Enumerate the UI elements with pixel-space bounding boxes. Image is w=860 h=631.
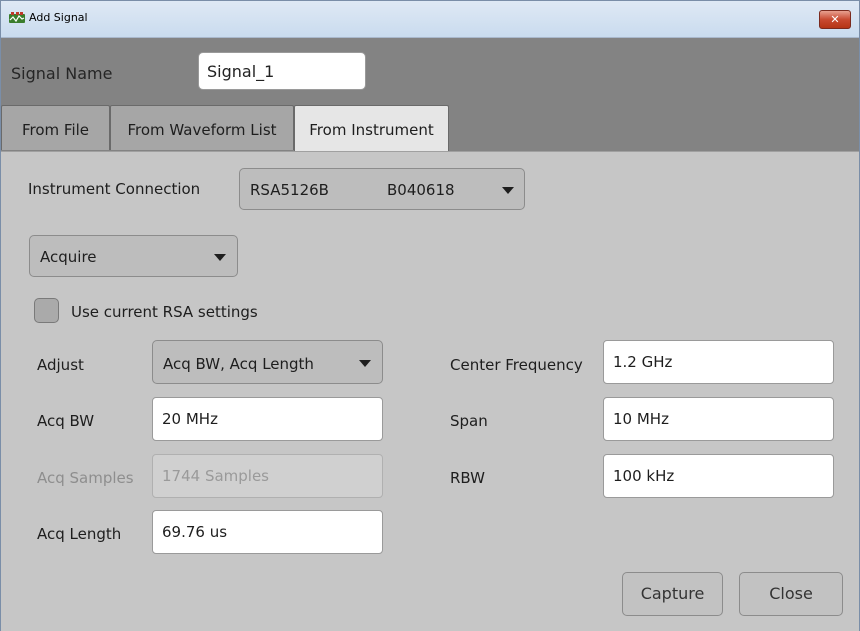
instrument-connection-label: Instrument Connection xyxy=(28,180,201,198)
signal-name-row: Signal Name xyxy=(1,38,859,105)
use-current-settings-label: Use current RSA settings xyxy=(71,303,258,321)
title-bar[interactable]: Add Signal ✕ xyxy=(1,1,859,38)
adjust-value: Acq BW, Acq Length xyxy=(163,355,314,373)
tab-from-instrument[interactable]: From Instrument xyxy=(294,105,449,152)
acq-samples-label: Acq Samples xyxy=(37,469,134,487)
app-icon xyxy=(9,12,25,23)
close-button[interactable]: Close xyxy=(739,572,843,616)
adjust-label: Adjust xyxy=(37,356,84,374)
rbw-field[interactable]: 100 kHz xyxy=(603,454,834,498)
tab-from-waveform-list[interactable]: From Waveform List xyxy=(110,105,294,150)
add-signal-dialog: Add Signal ✕ Signal Name From File From … xyxy=(0,0,860,631)
signal-name-label: Signal Name xyxy=(11,64,113,83)
acq-bw-label: Acq BW xyxy=(37,412,95,430)
from-instrument-panel: Instrument Connection RSA5126B B040618 A… xyxy=(1,151,859,631)
window-close-button[interactable]: ✕ xyxy=(819,10,851,29)
span-label: Span xyxy=(450,412,488,430)
capture-button[interactable]: Capture xyxy=(622,572,723,616)
instrument-model: RSA5126B xyxy=(250,181,329,199)
use-current-settings-checkbox[interactable] xyxy=(34,298,59,323)
chevron-down-icon xyxy=(214,254,226,261)
signal-name-input[interactable] xyxy=(198,52,366,90)
acq-samples-field: 1744 Samples xyxy=(152,454,383,498)
span-field[interactable]: 10 MHz xyxy=(603,397,834,441)
window-title: Add Signal xyxy=(29,11,88,24)
mode-value: Acquire xyxy=(40,248,97,266)
acq-length-field[interactable]: 69.76 us xyxy=(152,510,383,554)
center-frequency-field[interactable]: 1.2 GHz xyxy=(603,340,834,384)
source-tabs: From File From Waveform List From Instru… xyxy=(1,105,859,152)
chevron-down-icon xyxy=(502,187,514,194)
acq-length-label: Acq Length xyxy=(37,525,122,543)
center-frequency-label: Center Frequency xyxy=(450,356,583,374)
mode-dropdown[interactable]: Acquire xyxy=(29,235,238,277)
acq-bw-field[interactable]: 20 MHz xyxy=(152,397,383,441)
adjust-dropdown[interactable]: Acq BW, Acq Length xyxy=(152,340,383,384)
instrument-connection-dropdown[interactable]: RSA5126B B040618 xyxy=(239,168,525,210)
instrument-serial: B040618 xyxy=(387,181,455,199)
chevron-down-icon xyxy=(359,360,371,367)
tab-from-file[interactable]: From File xyxy=(1,105,110,150)
rbw-label: RBW xyxy=(450,469,486,487)
